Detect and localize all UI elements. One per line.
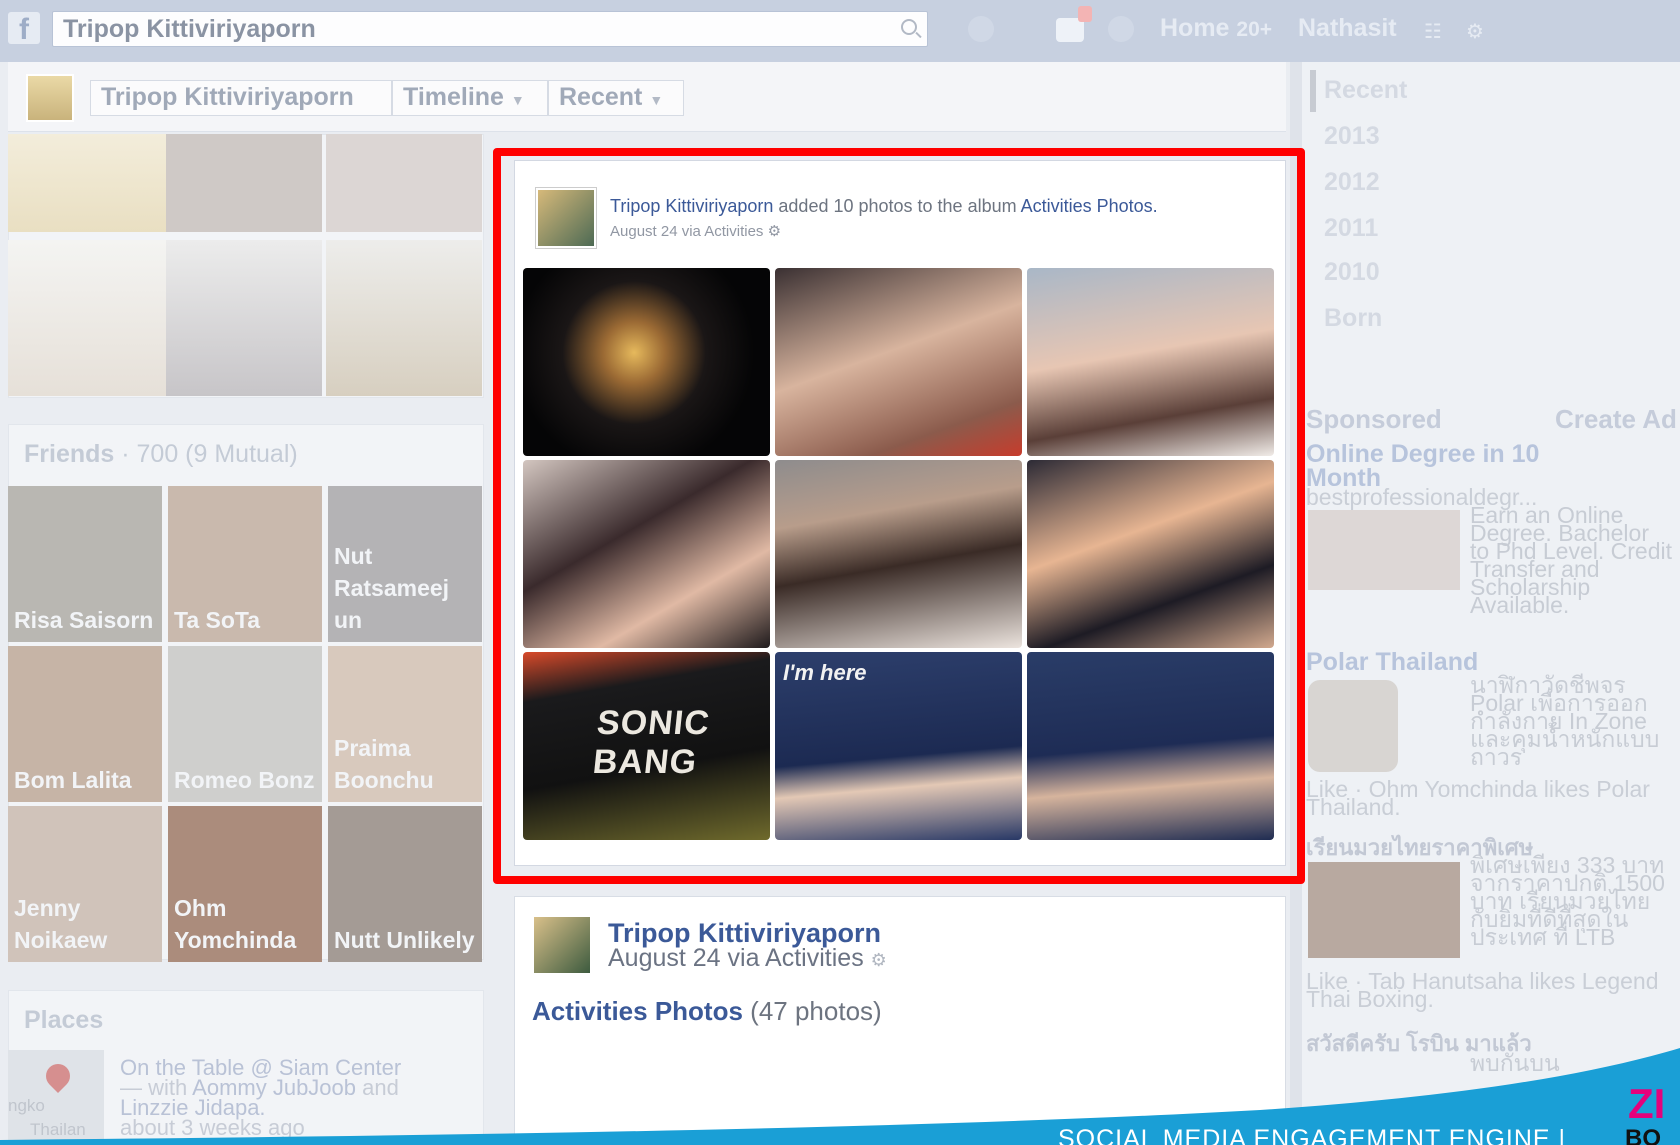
friend-tile[interactable]: Ohm Yomchinda [168,806,322,962]
footer-tagline: SOCIAL MEDIA ENGAGEMENT ENGINE | [1058,1125,1567,1145]
chevron-down-icon: ▼ [649,92,664,108]
friend-name: Jenny Noikaew [14,895,108,953]
gear-icon[interactable]: ⚙ [1466,19,1484,44]
ad-image[interactable] [1308,510,1460,590]
friend-name: Bom Lalita [14,767,132,793]
friend-name: Risa Saisorn [14,607,154,633]
post-date: August 24 via Activities ⚙ [608,944,887,973]
album-link[interactable]: Activities Photos [532,996,743,1026]
friend-tile[interactable]: Risa Saisorn [8,486,162,642]
timeline-year-2010[interactable]: 2010 [1324,258,1380,287]
album-title: Activities Photos (47 photos) [532,996,882,1027]
create-ad-link[interactable]: Create Ad [1555,404,1677,435]
timeline-year-born[interactable]: Born [1324,304,1382,333]
ad-image[interactable] [1308,680,1398,772]
notifications-icon[interactable] [1108,16,1134,42]
gear-icon[interactable]: ⚙ [871,950,887,970]
timeline-year-2012[interactable]: 2012 [1324,168,1380,197]
timeline-year-2011[interactable]: 2011 [1324,214,1378,243]
friends-title[interactable]: Friends · 700 (9 Mutual) [24,440,298,469]
friend-tile[interactable]: Nut Ratsameej un [328,486,482,642]
friend-tile[interactable]: Nutt Unlikely [328,806,482,962]
facebook-logo-icon[interactable]: f [8,12,40,46]
search-icon[interactable] [901,19,917,35]
privacy-icon[interactable]: ☷ [1424,19,1442,44]
ad-body: นาฬิกาวัดชีพจร Polar เพื่อการออกกำลังกาย… [1470,672,1660,770]
photo-thumbnail[interactable] [8,240,166,396]
timeline-year-2013[interactable]: 2013 [1324,122,1380,151]
photo-thumbnail[interactable] [166,134,322,232]
home-link[interactable]: Home 20+ [1160,14,1272,43]
friend-name: Romeo Bonz [174,767,315,793]
sponsored-title: Sponsored [1306,404,1442,434]
timeline-label: Timeline [403,83,504,111]
friend-tile[interactable]: Romeo Bonz [168,646,322,802]
avatar[interactable] [26,74,74,122]
home-count: 20+ [1236,18,1273,41]
top-bar: f Tripop Kittiviriyaporn Home 20+ Nathas… [0,0,1680,62]
photo-thumbnail[interactable] [8,134,166,232]
photo-count: (47 photos) [750,996,882,1026]
places-title[interactable]: Places [24,1006,103,1035]
friend-tile[interactable]: Jenny Noikaew [8,806,162,962]
profile-link[interactable]: Nathasit [1298,14,1397,43]
recent-label: Recent [559,83,643,111]
chevron-down-icon: ▼ [510,92,525,108]
friends-count: · 700 (9 Mutual) [121,440,298,468]
timeline-dropdown[interactable]: Timeline ▼ [392,80,548,116]
friend-tile[interactable]: Ta SoTa [168,486,322,642]
friend-name: Ta SoTa [174,607,261,633]
ad-image[interactable] [1308,862,1460,958]
home-label: Home [1160,14,1230,42]
scrubber-indicator [1310,70,1316,112]
breadcrumb-name-button[interactable]: Tripop Kittiviriyaporn [90,80,392,116]
brand-logo-text: BO [1625,1125,1661,1145]
search-input[interactable]: Tripop Kittiviriyaporn [52,11,928,47]
friend-tile[interactable]: Praima Boonchu [328,646,482,802]
avatar[interactable] [532,915,592,975]
ad-title[interactable]: Online Degree in 10 Month [1306,442,1606,491]
post-date-text[interactable]: August 24 via Activities [608,944,864,972]
recent-dropdown[interactable]: Recent ▼ [548,80,684,116]
friend-name: Nut Ratsameej un [334,543,450,633]
friend-name: Nutt Unlikely [334,927,475,953]
friends-title-label: Friends [24,440,115,468]
ad-body: Earn an Online Degree. Bachelor to Phd L… [1470,502,1673,618]
friend-requests-icon[interactable] [968,16,994,42]
ad-title[interactable]: Polar Thailand [1306,648,1478,677]
friend-tile[interactable]: Bom Lalita [8,646,162,802]
timeline-year-recent[interactable]: Recent [1324,76,1407,105]
friend-name: Ohm Yomchinda [174,895,297,953]
highlight-box [493,148,1305,884]
notification-badge [1078,6,1092,22]
photo-thumbnail[interactable] [326,240,482,396]
photo-thumbnail[interactable] [326,134,482,232]
ad-like[interactable]: Like · Ohm Yomchinda likes Polar Thailan… [1306,778,1678,819]
search-input-value: Tripop Kittiviriyaporn [63,15,316,43]
photo-thumbnail[interactable] [166,240,322,396]
brand-logo: ZI [1628,1080,1666,1127]
ad-body: พิเศษเพียง 333 บาท จากราคาปกติ 1500 บาท … [1470,852,1665,950]
ad-like[interactable]: Like · Tab Hanutsaha likes Legend Thai B… [1306,970,1678,1011]
friend-name: Praima Boonchu [334,735,434,793]
